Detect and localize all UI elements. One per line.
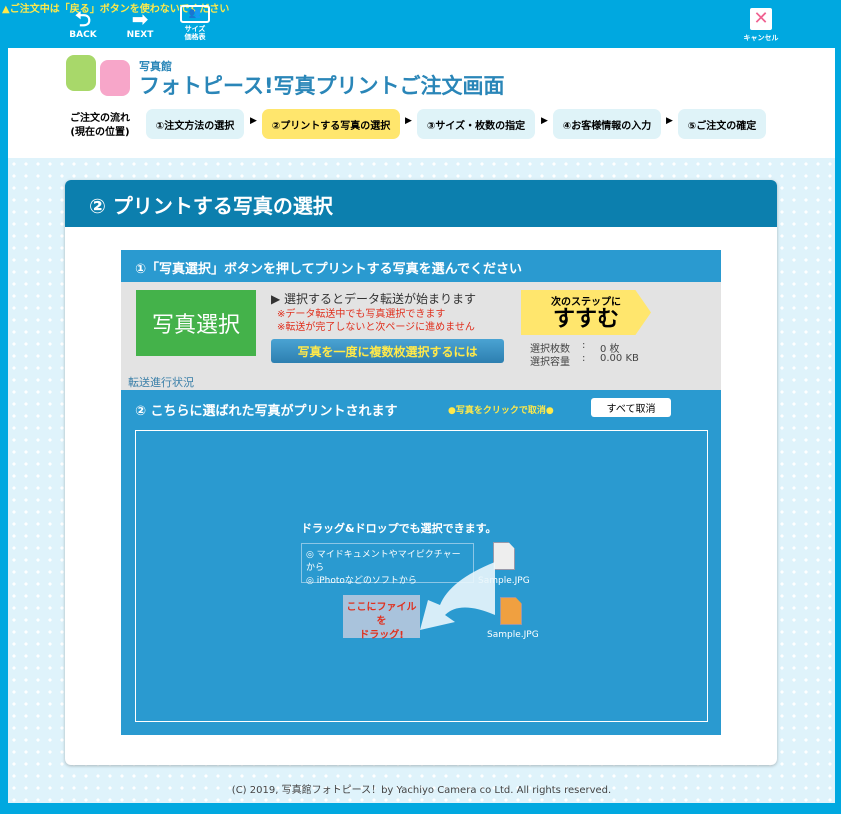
next-small-label: 次のステップに xyxy=(551,297,621,308)
size-label-2: 価格表 xyxy=(184,33,206,41)
drag-here-box: ここにファイルをドラッグ! xyxy=(343,595,420,641)
clear-all-button[interactable]: すべて取消 xyxy=(591,398,671,417)
size-label: 選択容量 xyxy=(530,357,570,368)
page-logo-title: フォトピース!写真プリントご注文画面 xyxy=(139,74,505,98)
info-note-2: ※転送が完了しないと次ページに進めません xyxy=(277,322,475,333)
size-price-button[interactable]: 👥 サイズ 価格表 xyxy=(178,5,212,41)
price-table-icon: 👥 xyxy=(180,5,210,23)
step-1: ①注文方法の選択 xyxy=(146,109,244,139)
next-label: NEXT xyxy=(126,30,154,40)
next-arrow-icon: ➡ xyxy=(131,7,149,31)
size-label-1: サイズ xyxy=(184,25,206,33)
flow-label-2: (現在の位置) xyxy=(70,127,130,138)
step-arrow-icon: ▶ xyxy=(666,116,673,126)
step-arrow-icon: ▶ xyxy=(541,116,548,126)
drag-arrow-icon xyxy=(420,562,495,630)
cancel-label: キャンセル xyxy=(743,34,779,42)
step-arrow-icon: ▶ xyxy=(405,116,412,126)
multi-select-help-button[interactable]: 写真を一度に複数枚選択するには xyxy=(271,339,504,363)
panda-logo-icon xyxy=(66,55,96,91)
step-arrow-icon: ▶ xyxy=(250,116,257,126)
next-button[interactable]: ➡ NEXT xyxy=(124,8,156,40)
back-arrow-icon: ⮌ xyxy=(74,7,92,31)
image-file-icon xyxy=(500,597,522,625)
section1-title: ①「写真選択」ボタンを押してプリントする写真を選んでください xyxy=(135,262,522,277)
sep: : xyxy=(582,353,586,364)
close-icon: ✕ xyxy=(750,8,772,30)
cancel-button[interactable]: ✕ キャンセル xyxy=(741,8,781,43)
step-3: ③サイズ・枚数の指定 xyxy=(417,109,535,139)
next-step-button[interactable]: 次のステップに すすむ xyxy=(521,290,651,335)
footer: (C) 2019, 写真館フォトピース！by Yachiyo Camera co… xyxy=(231,785,612,796)
step-2-current: ②プリントする写真の選択 xyxy=(262,109,400,139)
sep: : xyxy=(582,340,586,351)
flow-label-1: ご注文の流れ xyxy=(70,113,130,124)
drag-here-1: ここにファイルを xyxy=(346,602,417,627)
panda-logo-icon xyxy=(100,60,130,96)
header xyxy=(8,48,835,158)
click-cancel-hint: ●写真をクリックで取消● xyxy=(448,406,554,416)
section2-title: ② こちらに選ばれた写真がプリントされます xyxy=(135,404,398,419)
dnd-title: ドラッグ&ドロップでも選択できます。 xyxy=(301,522,497,535)
size-value: 0.00 KB xyxy=(600,353,639,364)
flow-label: ご注文の流れ (現在の位置) xyxy=(70,112,130,140)
page-title: ② プリントする写真の選択 xyxy=(65,180,777,227)
step-5: ⑤ご注文の確定 xyxy=(678,109,766,139)
drag-here-2: ドラッグ! xyxy=(359,630,404,641)
transfer-status: 転送進行状況 xyxy=(128,376,194,389)
back-label: BACK xyxy=(69,30,97,40)
next-big-label: すすむ xyxy=(552,307,619,332)
select-photo-button[interactable]: 写真選択 xyxy=(136,290,256,356)
back-button[interactable]: ⮌ BACK xyxy=(66,8,100,40)
step-4: ④お客様情報の入力 xyxy=(553,109,661,139)
